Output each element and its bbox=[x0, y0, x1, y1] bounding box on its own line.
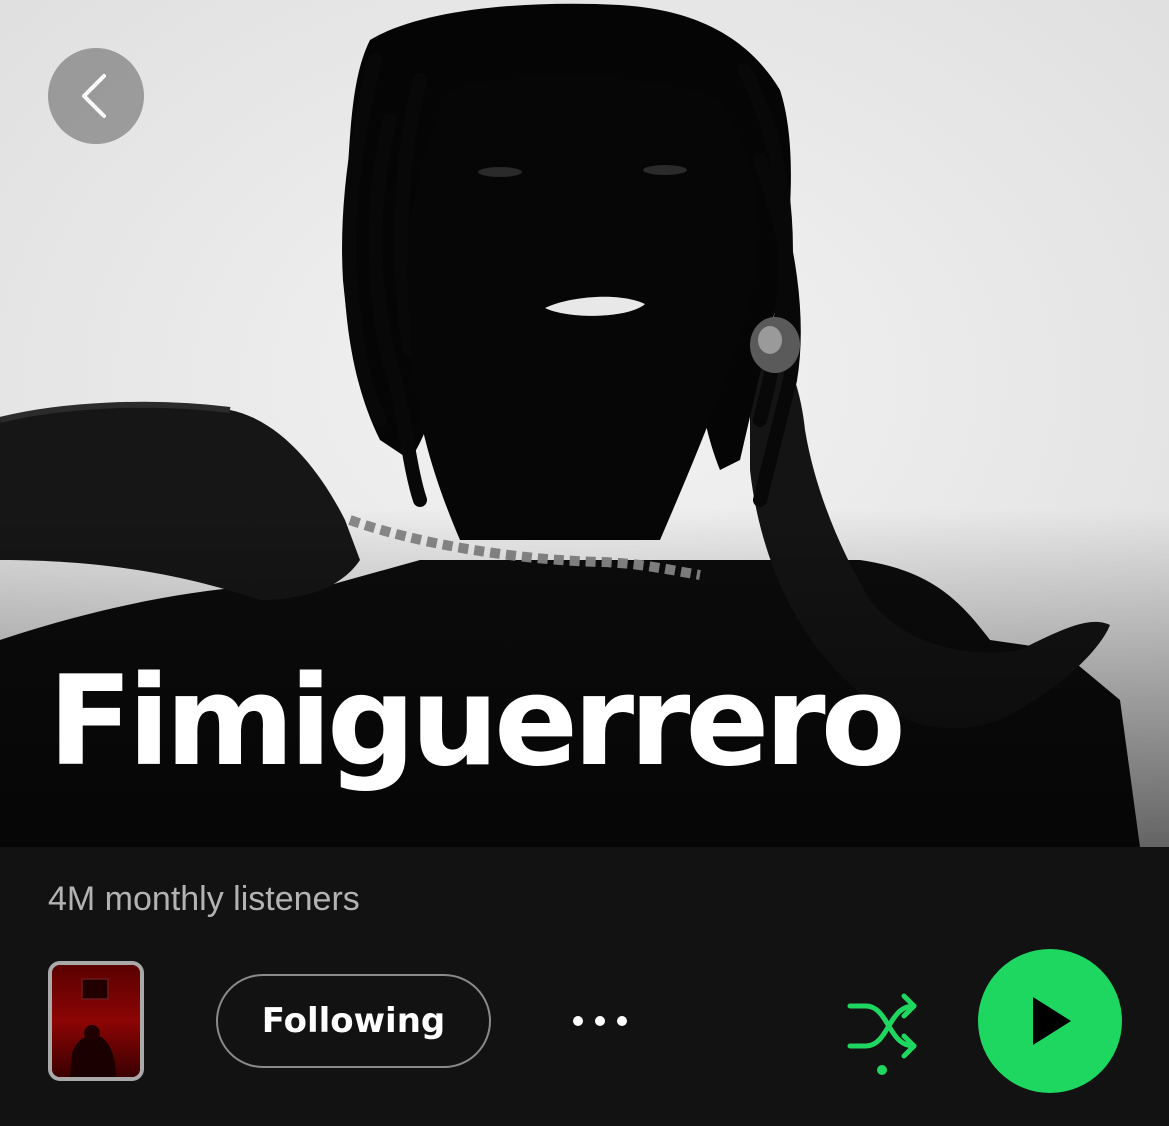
shuffle-active-dot bbox=[877, 1065, 887, 1075]
album-cover-image bbox=[52, 965, 140, 1077]
back-button[interactable] bbox=[48, 48, 144, 144]
shuffle-button[interactable] bbox=[840, 988, 924, 1084]
ellipsis-icon bbox=[573, 1016, 627, 1026]
artist-name: Fimiguerrero bbox=[48, 650, 906, 794]
shuffle-icon bbox=[847, 993, 917, 1075]
monthly-listeners: 4M monthly listeners bbox=[48, 880, 360, 918]
chevron-left-icon bbox=[82, 74, 106, 118]
more-options-button[interactable] bbox=[562, 997, 638, 1045]
play-button[interactable] bbox=[978, 949, 1122, 1093]
artist-hero-image: Fimiguerrero bbox=[0, 0, 1169, 847]
release-thumbnail[interactable] bbox=[48, 961, 144, 1081]
play-icon bbox=[1033, 997, 1071, 1045]
following-button[interactable]: Following bbox=[216, 974, 491, 1068]
